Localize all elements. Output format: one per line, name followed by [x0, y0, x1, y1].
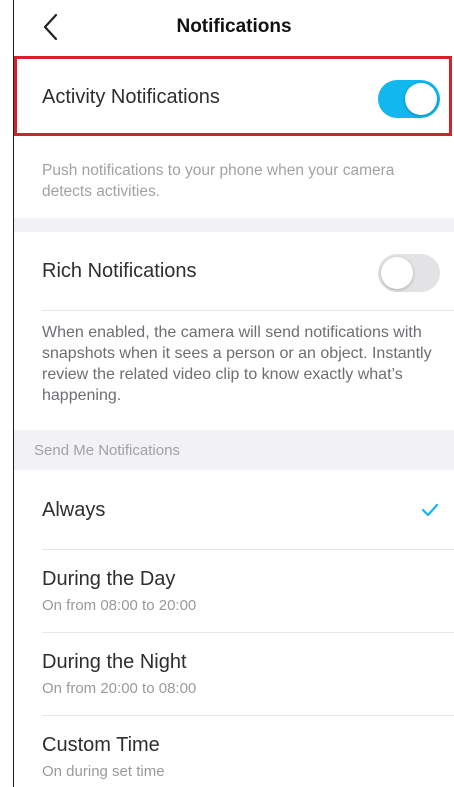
- option-custom-time-title: Custom Time: [42, 734, 160, 756]
- send-section-label: Send Me Notifications: [34, 442, 180, 459]
- option-always[interactable]: Always: [14, 470, 454, 550]
- chevron-left-icon: [43, 13, 58, 41]
- page-title: Notifications: [176, 16, 292, 37]
- section-gap: [14, 218, 454, 232]
- toggle-knob: [381, 257, 413, 289]
- rich-notifications-description: When enabled, the camera will send notif…: [42, 324, 432, 404]
- option-during-day[interactable]: During the Day On from 08:00 to 20:00: [14, 550, 454, 632]
- option-during-day-subtitle: On from 08:00 to 20:00: [42, 597, 197, 614]
- rich-notifications-row[interactable]: Rich Notifications: [14, 232, 454, 312]
- option-custom-time[interactable]: Custom Time On during set time: [14, 716, 454, 787]
- option-during-night-title: During the Night: [42, 651, 187, 673]
- activity-notifications-description: Push notifications to your phone when yo…: [42, 162, 395, 200]
- divider: [42, 310, 454, 311]
- notifications-screen: Notifications Activity Notifications Pus…: [0, 0, 454, 787]
- nav-header: Notifications: [14, 0, 454, 54]
- rich-notifications-toggle[interactable]: [378, 254, 440, 292]
- option-custom-time-subtitle: On during set time: [42, 763, 165, 780]
- highlight-box: [14, 56, 452, 136]
- rich-notifications-label: Rich Notifications: [42, 260, 197, 282]
- option-always-title: Always: [42, 499, 106, 521]
- option-during-day-title: During the Day: [42, 568, 176, 590]
- option-during-night-subtitle: On from 20:00 to 08:00: [42, 680, 197, 697]
- option-during-night[interactable]: During the Night On from 20:00 to 08:00: [14, 633, 454, 715]
- back-button[interactable]: [36, 11, 66, 43]
- send-section-header: Send Me Notifications: [14, 430, 454, 470]
- checkmark-icon: [421, 503, 439, 517]
